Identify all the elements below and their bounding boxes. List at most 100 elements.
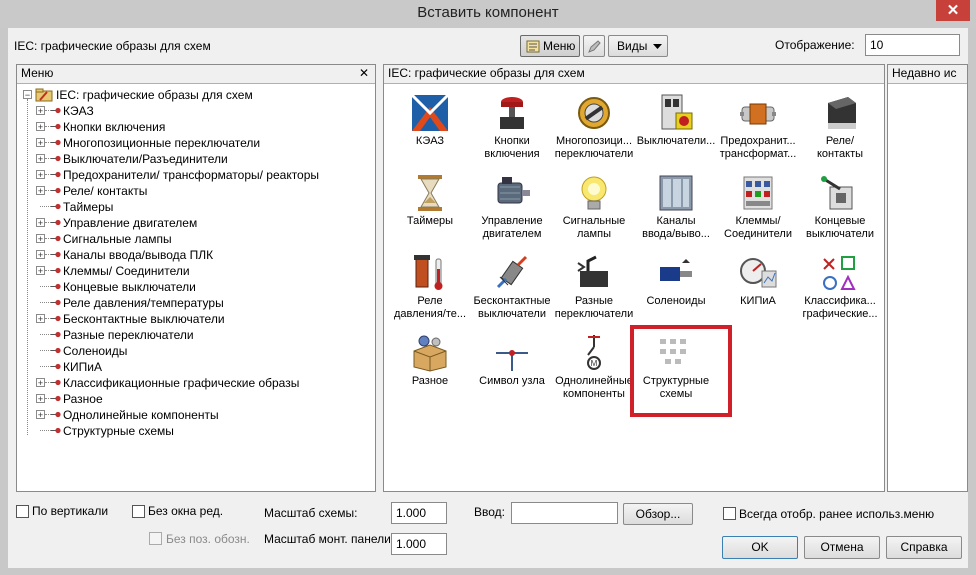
component-tile[interactable]: Символ узла	[472, 331, 552, 407]
collapse-icon[interactable]: −	[23, 90, 32, 100]
expand-icon[interactable]: +	[36, 410, 45, 420]
scale-input[interactable]: 1.000	[391, 502, 447, 524]
no-edit-checkbox[interactable]	[132, 505, 145, 518]
solenoid-icon	[660, 259, 692, 281]
input-field[interactable]	[511, 502, 618, 524]
menu-view-button[interactable]: Меню	[520, 35, 580, 57]
component-tile[interactable]: Реле/контакты	[800, 91, 880, 167]
display-count-input[interactable]: 10	[865, 34, 960, 56]
component-tile[interactable]: Каналы ввода/выво...	[636, 171, 716, 247]
tile-label: КИПиА	[718, 295, 798, 308]
tile-label-line2: лампы	[577, 228, 611, 240]
component-tile[interactable]: Разное	[390, 331, 470, 407]
expand-icon[interactable]: +	[36, 122, 45, 132]
tile-label-line2: включения	[484, 148, 540, 160]
component-tile[interactable]: КИПиА	[718, 251, 798, 327]
component-tile[interactable]: Кнопки включения	[472, 91, 552, 167]
expand-icon[interactable]: +	[36, 266, 45, 276]
tile-label: Однолинейные компоненты	[554, 375, 634, 401]
tree-node-icon	[51, 203, 61, 210]
plc-io-icon	[659, 175, 693, 211]
dialog-body: IEC: графические образы для схем Меню Ви…	[8, 28, 968, 568]
expand-icon[interactable]: +	[36, 138, 45, 148]
tree-node-icon	[51, 251, 61, 258]
tile-label-line1: Сигнальные	[562, 215, 626, 227]
component-tile[interactable]: Концевые выключатели	[800, 171, 880, 247]
tree-item-label: Клеммы/ Соединители	[63, 264, 190, 278]
help-button[interactable]: Справка	[886, 536, 962, 559]
component-tile[interactable]: Предохранит... трансформат...	[718, 91, 798, 167]
expand-icon[interactable]: +	[36, 186, 45, 196]
tree-item-label: Таймеры	[63, 200, 114, 214]
component-tile[interactable]: Выключатели...	[636, 91, 716, 167]
tile-label-line1: Структурные	[642, 375, 710, 387]
fuse-transformer-icon	[740, 103, 776, 125]
ok-button[interactable]: OK	[722, 536, 798, 559]
tile-label-line2: Соединители	[724, 228, 792, 240]
chevron-down-icon	[653, 44, 662, 49]
tile-label-line2: давления/те...	[393, 308, 467, 320]
lamp-icon	[581, 176, 607, 210]
misc-switch-icon	[577, 255, 608, 287]
component-tile[interactable]: Сигнальные лампы	[554, 171, 634, 247]
menu-tree-close-icon[interactable]: ✕	[359, 65, 369, 82]
tree-item-label: Реле давления/температуры	[63, 296, 224, 310]
views-dropdown-button[interactable]: Виды	[608, 35, 668, 57]
window-title: Вставить компонент	[417, 4, 559, 21]
menu-tree-title: Меню	[21, 66, 54, 80]
tile-label-line1: КИПиА	[740, 295, 776, 307]
pushbutton-icon	[500, 97, 524, 129]
expand-icon[interactable]: +	[36, 154, 45, 164]
display-label: Отображение:	[775, 38, 855, 52]
tree-item-label: Выключатели/Разъединители	[63, 152, 228, 166]
expand-icon[interactable]: +	[36, 170, 45, 180]
component-tile[interactable]: Таймеры	[390, 171, 470, 247]
always-show-checkbox[interactable]	[723, 507, 736, 520]
tree-item-label: Однолинейные компоненты	[63, 408, 219, 422]
tile-label: Структурные схемы	[636, 375, 716, 401]
component-tile[interactable]: Управление двигателем	[472, 171, 552, 247]
expand-icon[interactable]: +	[36, 234, 45, 244]
component-tile[interactable]: Бесконтактные выключатели	[472, 251, 552, 327]
proximity-switch-icon	[496, 255, 528, 289]
expand-icon[interactable]: +	[36, 314, 45, 324]
expand-icon[interactable]: +	[36, 218, 45, 228]
vertical-checkbox[interactable]	[16, 505, 29, 518]
component-tile[interactable]: Реле давления/те...	[390, 251, 470, 327]
component-tile[interactable]: Клеммы/Соединители	[718, 171, 798, 247]
component-tile[interactable]: Разные переключатели	[554, 251, 634, 327]
tool-view-button[interactable]	[583, 35, 605, 57]
icon-grid: КЭАЗ Кнопки включения Многопозици... переклю…	[386, 85, 882, 485]
component-tile[interactable]: Соленоиды	[636, 251, 716, 327]
component-tile[interactable]: КЭАЗ	[390, 91, 470, 167]
component-tile[interactable]: M Однолинейные компоненты	[554, 331, 634, 407]
keaz-logo-icon	[410, 93, 450, 131]
terminal-icon	[743, 176, 773, 210]
tile-label-line1: Реле/	[825, 135, 855, 147]
block-diagram-icon	[660, 339, 686, 364]
expand-icon[interactable]: +	[36, 394, 45, 404]
tile-label-line2: трансформат...	[719, 148, 797, 160]
browse-button[interactable]: Обзор...	[623, 503, 693, 525]
expand-icon[interactable]: +	[36, 378, 45, 388]
panel-scale-label: Масштаб монт. панели:	[264, 532, 395, 546]
tile-label-line2: двигателем	[482, 228, 542, 240]
expand-icon[interactable]: +	[36, 106, 45, 116]
component-tile[interactable]: Многопозици... переключатели	[554, 91, 634, 167]
tile-label-line1: Концевые	[814, 215, 866, 227]
tree-node-icon	[51, 395, 61, 402]
window-close-button[interactable]: ✕	[936, 0, 970, 21]
tile-label-line2: переключатели	[554, 148, 634, 160]
shapes-icon	[823, 256, 856, 290]
panel-scale-input[interactable]: 1.000	[391, 533, 447, 555]
hourglass-icon	[418, 175, 442, 211]
tree-node-icon	[51, 315, 61, 322]
tree-item-label: Многопозиционные переключатели	[63, 136, 261, 150]
component-tile[interactable]: Структурные схемы	[630, 325, 732, 417]
tree-node-icon	[51, 363, 61, 370]
cancel-button[interactable]: Отмена	[804, 536, 880, 559]
component-tile[interactable]: Классифика... графические...	[800, 251, 880, 327]
expand-icon[interactable]: +	[36, 250, 45, 260]
tree-item-label: Разные переключатели	[63, 328, 194, 342]
tile-label-line1: Бесконтактные	[473, 295, 551, 307]
